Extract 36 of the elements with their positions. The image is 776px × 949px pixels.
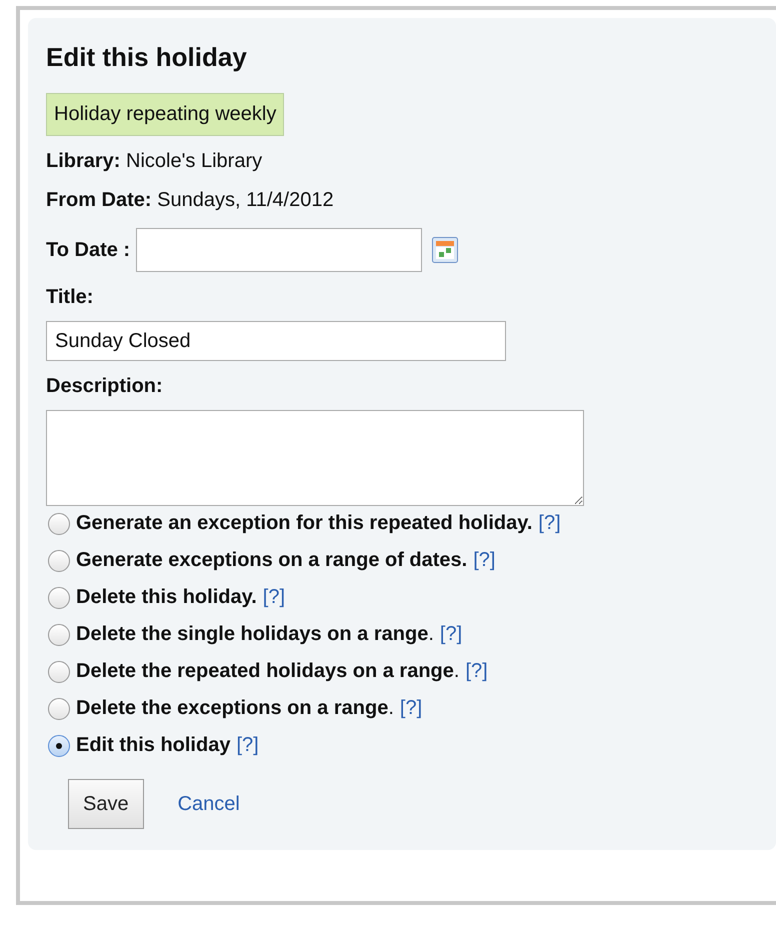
help-link[interactable]: [?] [538, 512, 561, 535]
help-link[interactable]: [?] [262, 586, 286, 609]
option-label: Delete this holiday. [76, 586, 257, 609]
cancel-link[interactable]: Cancel [178, 792, 240, 816]
help-link[interactable]: [?] [236, 734, 259, 757]
option-label: Delete the repeated holidays on a range. [76, 660, 460, 683]
save-button[interactable]: Save [68, 779, 144, 829]
field-label: From Date: [46, 189, 152, 211]
field-label: Description: [46, 375, 164, 398]
description-field[interactable] [46, 410, 584, 506]
field-label: Title: [46, 286, 94, 309]
help-link[interactable]: [?] [400, 697, 422, 720]
radio-button[interactable] [48, 586, 70, 608]
form-heading: Edit this holiday [46, 42, 248, 73]
field-label: Library: [46, 150, 120, 172]
option-label: Delete the single holidays on a range. [76, 623, 434, 646]
option-label: Generate an exception for this repeated holiday. [76, 512, 532, 535]
radio-button[interactable] [48, 698, 70, 720]
field-value: Nicole's Library [126, 150, 262, 172]
help-link[interactable]: [?] [473, 549, 496, 572]
option-label: Edit this holiday [76, 734, 230, 757]
title-input-field[interactable]: Sunday Closed [46, 321, 506, 361]
option-label: Generate exceptions on a range of dates. [76, 549, 468, 572]
radio-button[interactable] [48, 550, 70, 572]
option-label: Delete the exceptions on a range. [76, 697, 394, 720]
field-label: To Date : [46, 238, 130, 262]
radio-button[interactable] [48, 624, 70, 646]
radio-button[interactable] [48, 660, 70, 682]
radio-button[interactable] [48, 512, 70, 534]
date-input-field[interactable] [136, 228, 422, 272]
help-link[interactable]: [?] [440, 623, 462, 646]
calendar-icon[interactable] [432, 237, 458, 263]
help-link[interactable]: [?] [465, 660, 488, 683]
radio-button[interactable] [48, 734, 70, 756]
field-value: Sundays, 11/4/2012 [157, 189, 334, 211]
notice-label: Holiday repeating weekly [46, 93, 284, 136]
